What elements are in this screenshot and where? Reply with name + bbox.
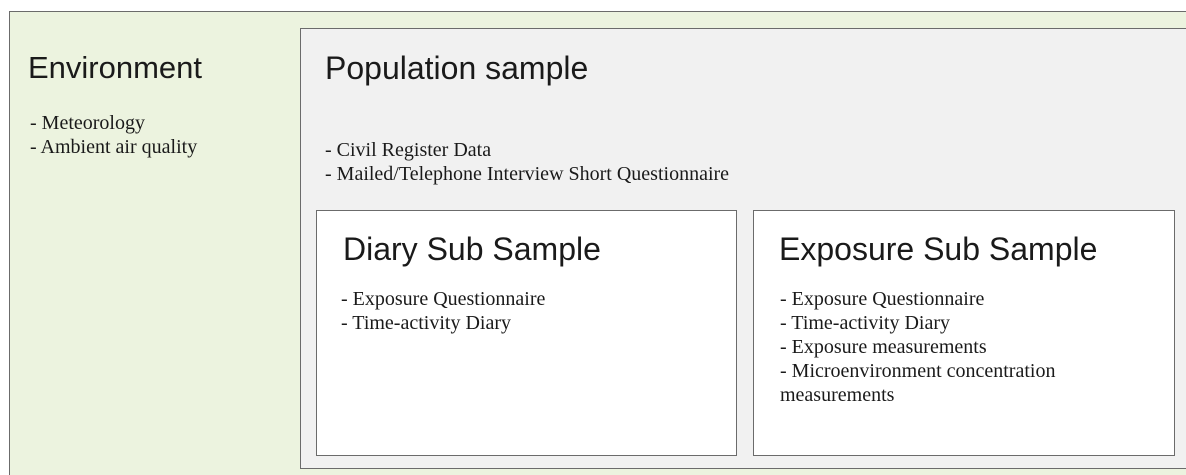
environment-list: - Meteorology - Ambient air quality xyxy=(30,111,197,159)
diary-item-exposure-questionnaire: - Exposure Questionnaire xyxy=(341,288,546,310)
diary-item-time-activity-diary: - Time-activity Diary xyxy=(341,312,511,334)
population-sample-title: Population sample xyxy=(325,50,589,86)
exposure-item-measurements-continued: measurements xyxy=(780,384,895,406)
exposure-item-exposure-measurements: - Exposure measurements xyxy=(780,336,987,358)
exposure-sub-sample-list: - Exposure Questionnaire - Time-activity… xyxy=(780,287,1055,407)
environment-item-air-quality: - Ambient air quality xyxy=(30,136,198,158)
diagram-canvas: Environment - Meteorology - Ambient air … xyxy=(0,0,1186,475)
diary-sub-sample-list: - Exposure Questionnaire - Time-activity… xyxy=(341,287,545,335)
population-item-civil-register: - Civil Register Data xyxy=(325,139,492,161)
exposure-item-microenvironment-concentration: - Microenvironment concentration xyxy=(780,360,1056,382)
exposure-sub-sample-title: Exposure Sub Sample xyxy=(779,231,1098,267)
diary-sub-sample-title: Diary Sub Sample xyxy=(343,231,601,267)
exposure-item-exposure-questionnaire: - Exposure Questionnaire xyxy=(780,288,985,310)
exposure-item-time-activity-diary: - Time-activity Diary xyxy=(780,312,950,334)
environment-title: Environment xyxy=(28,50,203,85)
population-sample-list: - Civil Register Data - Mailed/Telephone… xyxy=(325,138,729,186)
population-item-interview-questionnaire: - Mailed/Telephone Interview Short Quest… xyxy=(325,163,730,185)
environment-item-meteorology: - Meteorology xyxy=(30,112,145,134)
